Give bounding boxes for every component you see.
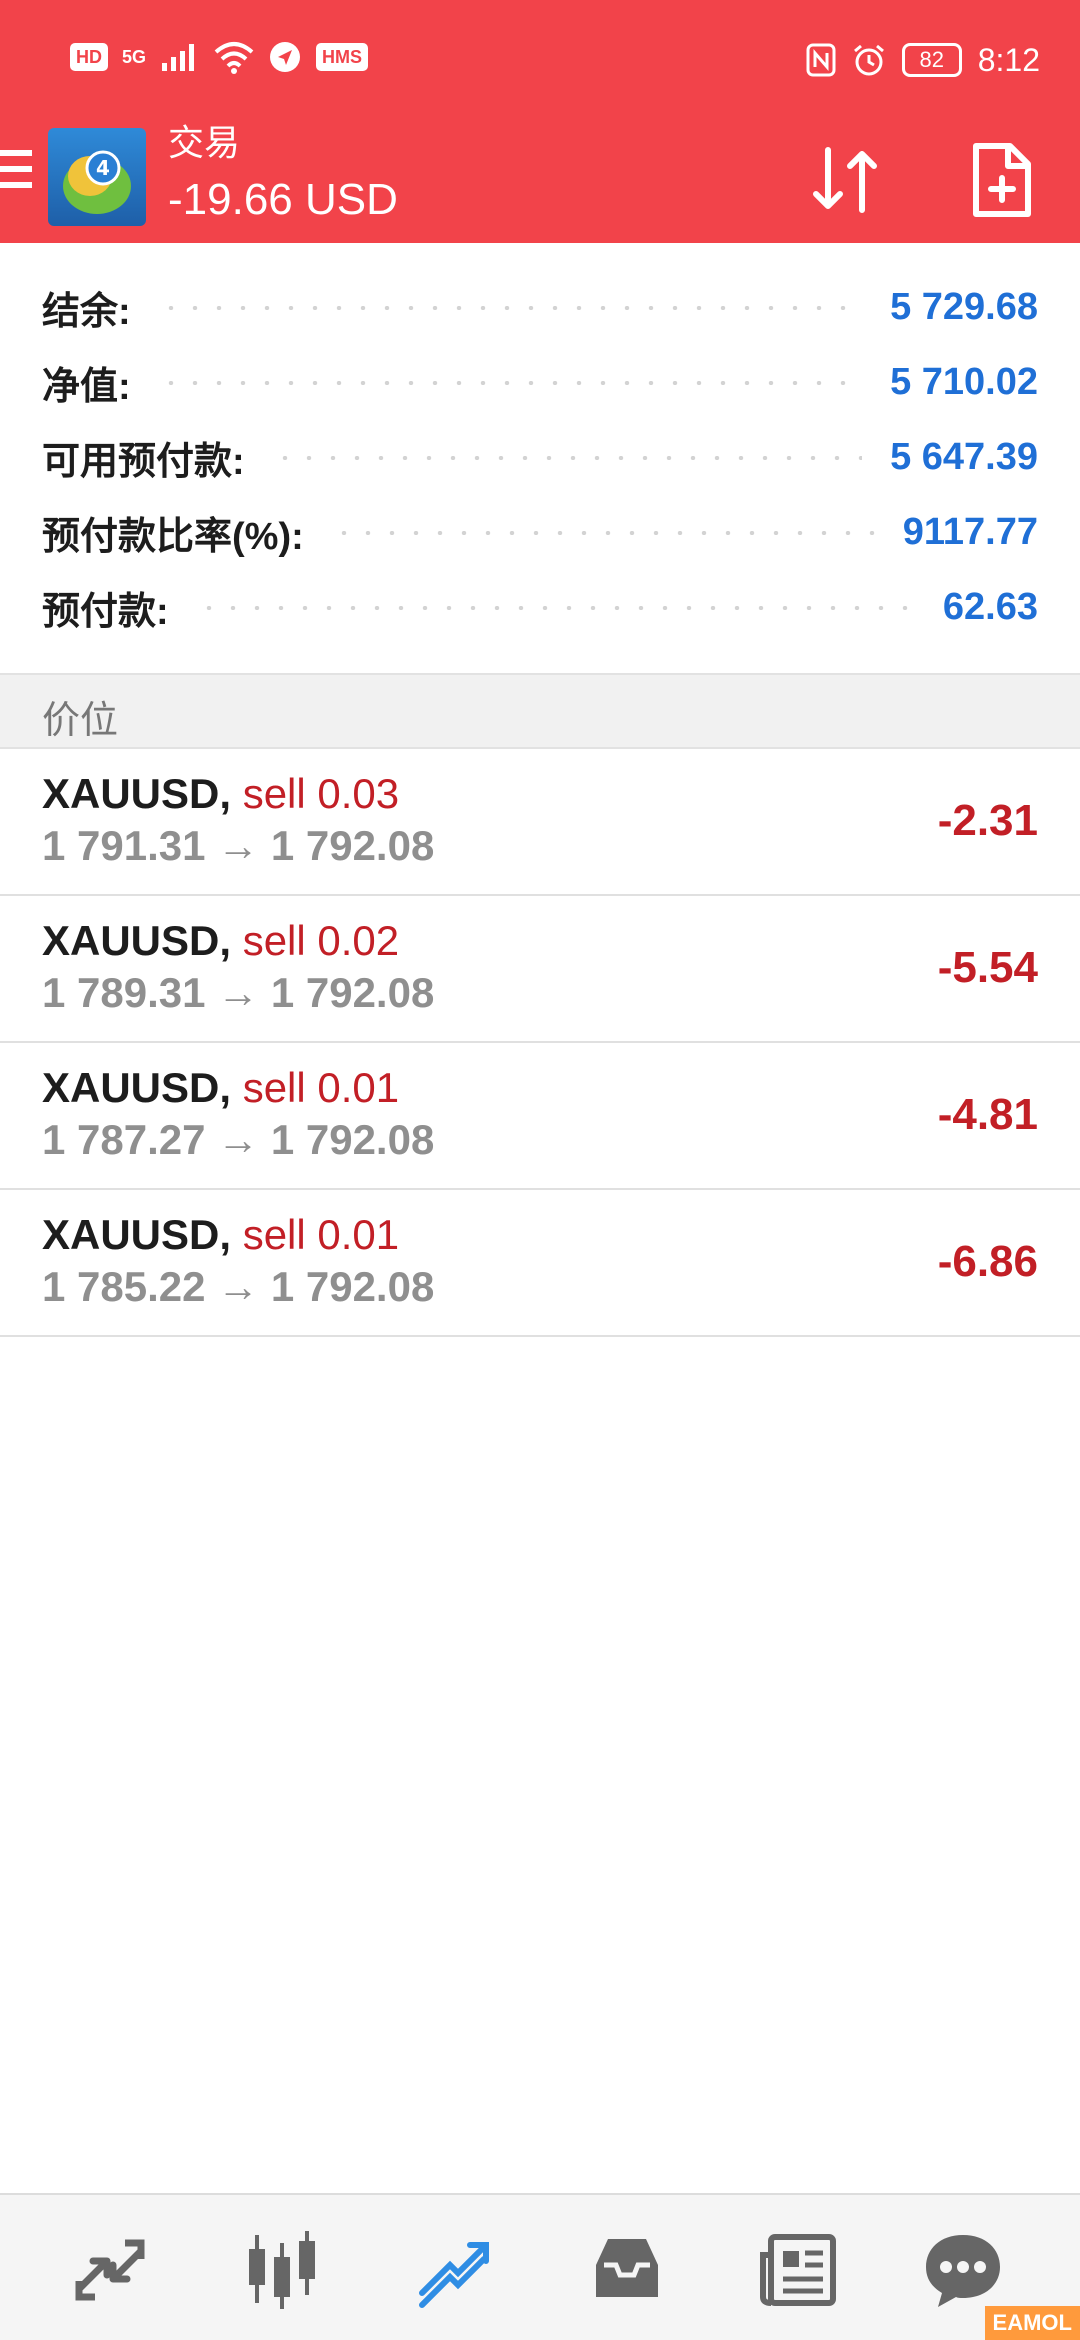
location-icon — [270, 42, 301, 72]
position-row[interactable]: XAUUSD, sell 0.03 1 791.31 → 1 792.08 -2… — [0, 749, 1080, 896]
summary-row-free-margin: 可用预付款: 5 647.39 — [0, 420, 1080, 495]
position-prices: 1 785.22 → 1 792.08 — [42, 1263, 435, 1310]
mt4-logo: 4 — [48, 128, 146, 226]
equity-label: 净值: — [42, 366, 131, 408]
svg-text:4: 4 — [96, 156, 110, 180]
position-prices: 1 789.31 → 1 792.08 — [42, 969, 435, 1016]
section-header: 价位 — [0, 673, 1080, 749]
battery-level: 82 — [901, 43, 962, 77]
bottom-navigation: EAMOL — [0, 2193, 1080, 2340]
new-order-icon[interactable] — [962, 140, 1042, 220]
summary-row-margin: 预付款: 62.63 — [0, 570, 1080, 645]
margin-label: 预付款: — [42, 591, 169, 633]
5g-label: 5G — [122, 46, 147, 67]
position-row[interactable]: XAUUSD, sell 0.02 1 789.31 → 1 792.08 -5… — [0, 896, 1080, 1043]
position-symbol: XAUUSD, — [42, 917, 232, 964]
position-profit: -4.81 — [937, 1090, 1038, 1139]
margin-level-value: 9117.77 — [902, 511, 1038, 553]
position-profit: -2.31 — [937, 796, 1038, 845]
nfc-icon — [806, 43, 836, 77]
equity-value: 5 710.02 — [890, 361, 1038, 403]
status-right: 82 8:12 — [806, 40, 1040, 80]
position-profit: -5.54 — [937, 943, 1038, 992]
position-action: sell 0.01 — [242, 1064, 400, 1111]
menu-icon[interactable] — [0, 150, 32, 196]
account-summary: 结余: 5 729.68 净值: 5 710.02 可用预付款: 5 647.3… — [0, 270, 1080, 645]
app-bar: 4 交易 -19.66 USD — [0, 120, 1080, 243]
summary-row-balance: 结余: 5 729.68 — [0, 270, 1080, 345]
news-icon[interactable] — [755, 2225, 845, 2315]
watermark: EAMOL — [984, 2306, 1080, 2340]
position-prices: 1 791.31 → 1 792.08 — [42, 822, 435, 869]
free-margin-label: 可用预付款: — [42, 441, 245, 483]
position-row[interactable]: XAUUSD, sell 0.01 1 787.27 → 1 792.08 -4… — [0, 1043, 1080, 1190]
dotted-leader — [158, 305, 863, 310]
summary-row-margin-level: 预付款比率(%): 9117.77 — [0, 495, 1080, 570]
hms-badge: HMS — [316, 43, 369, 71]
quotes-icon[interactable] — [65, 2225, 155, 2315]
balance-value: 5 729.68 — [890, 286, 1038, 328]
status-left: HD 5G HMS — [70, 40, 369, 74]
position-profit: -6.86 — [937, 1237, 1038, 1286]
position-header: XAUUSD, sell 0.01 — [42, 1063, 399, 1113]
chat-icon[interactable] — [918, 2225, 1008, 2315]
history-icon[interactable] — [582, 2225, 672, 2315]
margin-value: 62.63 — [942, 586, 1038, 628]
hd-badge: HD — [70, 43, 108, 71]
alarm-icon — [853, 44, 884, 76]
margin-level-label: 预付款比率(%): — [42, 516, 304, 558]
top-bar: HD 5G HMS 82 8:12 4 交易 -19.66 USD — [0, 0, 1080, 243]
status-bar: HD 5G HMS 82 8:12 — [0, 0, 1080, 125]
position-symbol: XAUUSD, — [42, 1211, 232, 1258]
position-header: XAUUSD, sell 0.02 — [42, 916, 399, 966]
position-action: sell 0.02 — [242, 917, 400, 964]
wifi-icon — [214, 42, 254, 74]
section-title: 价位 — [42, 700, 119, 742]
dotted-leader — [272, 455, 863, 460]
total-profit: -19.66 USD — [168, 175, 398, 224]
page-title: 交易 — [168, 122, 241, 163]
position-symbol: XAUUSD, — [42, 1064, 232, 1111]
signal-icon — [162, 44, 195, 71]
dotted-leader — [158, 380, 863, 385]
position-symbol: XAUUSD, — [42, 770, 232, 817]
dotted-leader — [196, 605, 915, 610]
clock: 8:12 — [977, 42, 1040, 78]
free-margin-value: 5 647.39 — [890, 436, 1038, 478]
position-action: sell 0.01 — [242, 1211, 400, 1258]
sort-icon[interactable] — [806, 140, 886, 220]
chart-icon[interactable] — [237, 2225, 327, 2315]
position-header: XAUUSD, sell 0.03 — [42, 769, 399, 819]
balance-label: 结余: — [42, 291, 131, 333]
positions-list: XAUUSD, sell 0.03 1 791.31 → 1 792.08 -2… — [0, 749, 1080, 1337]
position-action: sell 0.03 — [242, 770, 400, 817]
position-header: XAUUSD, sell 0.01 — [42, 1210, 399, 1260]
dotted-leader — [331, 530, 875, 535]
summary-row-equity: 净值: 5 710.02 — [0, 345, 1080, 420]
trade-icon[interactable] — [410, 2225, 500, 2315]
position-row[interactable]: XAUUSD, sell 0.01 1 785.22 → 1 792.08 -6… — [0, 1190, 1080, 1337]
position-prices: 1 787.27 → 1 792.08 — [42, 1116, 435, 1163]
